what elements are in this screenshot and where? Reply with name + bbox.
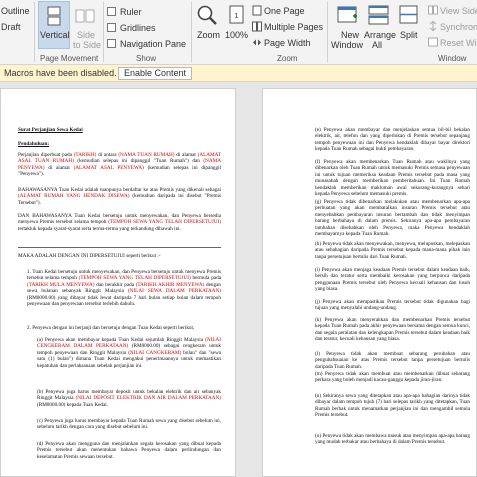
ruler-check-icon <box>107 7 116 16</box>
whereas-paragraph-1: BAHAWASANYA Tuan Kedai adalah tuanpunya … <box>18 187 222 206</box>
zoom-100-button[interactable]: 100% <box>225 30 248 40</box>
ruler-checkbox[interactable]: Ruler <box>107 7 142 17</box>
clause-2h: (h) Penyewa tidak akan menyewakan, menye… <box>315 241 470 260</box>
document-page-1[interactable]: Surat Perjanjian Sewa Kedai Pendahuluan:… <box>0 88 236 477</box>
outline-label: Outline <box>1 6 30 16</box>
word-window: Outline Draft Vertical Side to Side Page… <box>0 0 477 477</box>
security-warning-bar: Macros have been disabled. Enable Conten… <box>0 65 477 82</box>
zoom-button[interactable]: Zoom <box>197 30 220 40</box>
divider-line <box>18 247 221 248</box>
side-to-side-label-2: to Side <box>73 40 102 50</box>
gridlines-check-icon <box>107 23 116 32</box>
new-window-label-2[interactable]: Window <box>331 40 363 50</box>
page-width-button[interactable]: Page Width <box>264 38 311 48</box>
clause-2n: (n) Sekiranya sewa yang ditetapkan atau … <box>315 393 471 419</box>
clause-2m: (m) Penyewa tidak akan membuat atau memb… <box>315 371 470 384</box>
group-separator <box>103 2 104 62</box>
clause-1: 1. Tuan Kedai bersetuju untuk menyewakan… <box>27 269 221 308</box>
new-window-label-1[interactable]: New <box>341 30 359 40</box>
group-separator <box>34 2 35 62</box>
zoom-magnifier-icon <box>197 5 217 25</box>
view-side-by-side-button[interactable]: View Side <box>440 6 477 16</box>
enable-content-button[interactable]: Enable Content <box>118 67 192 80</box>
one-page-button[interactable]: One Page <box>264 6 305 16</box>
gridlines-label: Gridlines <box>120 23 156 33</box>
navigation-pane-check-icon <box>107 39 116 48</box>
clause-2f: (f) Penyewa akan membenarkan Tuan Rumah … <box>315 159 471 198</box>
show-group-label: Show <box>136 54 157 63</box>
clause-2: 2. Penyewa dengan ini berjanji dan berse… <box>27 325 195 331</box>
arrange-all-label-2[interactable]: All <box>372 40 382 50</box>
group-separator <box>327 2 328 62</box>
gridlines-checkbox[interactable]: Gridlines <box>107 23 156 33</box>
ribbon: Outline Draft Vertical Side to Side Page… <box>0 0 477 65</box>
window-group-label: Window <box>438 54 467 63</box>
clause-2l: (l) Penyewa tidak akan membuat sebarang … <box>315 351 470 370</box>
multiple-pages-icon <box>252 21 262 32</box>
arrange-all-icon <box>368 5 389 25</box>
vertical-label: Vertical <box>40 30 70 40</box>
zoom-100-icon: 1 <box>229 5 244 24</box>
clause-2k: (k) Penyewa akan menyerahkan dan membena… <box>315 317 470 343</box>
clause-2b: (b) Penyewa juga harus membayar deposit … <box>37 389 221 408</box>
synchronous-scrolling-icon <box>429 21 437 31</box>
document-page-2[interactable]: (e) Penyewa akan membayar dan menjelaska… <box>262 88 477 477</box>
group-separator <box>191 2 192 62</box>
document-heading: Surat Perjanjian Sewa Kedai <box>18 127 83 133</box>
draft-label: Draft <box>1 22 21 32</box>
vertical-pages-icon <box>47 6 61 26</box>
clause-2o: (o) Penyewa tidak akan membawa masuk ata… <box>315 433 470 446</box>
navigation-pane-checkbox[interactable]: Navigation Pane <box>107 39 186 49</box>
ruler-label: Ruler <box>120 7 142 17</box>
multiple-pages-button[interactable]: Multiple Pages <box>264 22 323 32</box>
page-movement-group-label: Page Movement <box>40 54 99 63</box>
zoom-group-label: Zoom <box>277 54 298 63</box>
clause-2g: (g) Penyewa tidak dibenarkan melakukan a… <box>315 199 470 238</box>
side-to-side-icon <box>75 9 95 23</box>
view-side-by-side-icon <box>428 5 438 15</box>
intro-title: Pendahuluan: <box>18 141 50 147</box>
clause-2e: (e) Penyewa akan membayar dan menjelaska… <box>315 127 471 153</box>
clause-2j: (j) Penyewa akan mempastikan Premis ters… <box>315 299 470 312</box>
clause-2d: (d) Penyewa akan mengguna dan menjalanka… <box>37 441 221 460</box>
new-window-icon <box>337 6 357 23</box>
whereas-paragraph-2: DAN BAHAWASANYA Tuan Kedai bersetuju unt… <box>18 213 222 232</box>
reset-window-position-button[interactable]: Reset Win <box>440 38 477 48</box>
svg-text:1: 1 <box>235 13 239 20</box>
page-width-icon <box>253 39 261 46</box>
outline-view-button[interactable]: Outline <box>1 6 30 16</box>
reset-window-position-icon <box>428 37 438 47</box>
macros-disabled-text: Macros have been disabled. <box>4 68 117 78</box>
agreement-title: MAKA ADALAH DENGAN INI DIPERSETUJUI sepe… <box>18 253 161 259</box>
side-to-side-label-1: Side <box>77 30 96 40</box>
intro-paragraph: Perjanjian diperbuat pada (TARIKH) di an… <box>18 152 221 178</box>
clause-2i: (i) Penyewa akan menjaga keadaan Premis … <box>315 267 470 293</box>
arrange-all-label-1[interactable]: Arrange <box>364 30 396 40</box>
split-button[interactable]: Split <box>400 30 418 40</box>
draft-view-button[interactable]: Draft <box>1 22 21 32</box>
synchronous-scrolling-button[interactable]: Synchrono <box>440 22 477 32</box>
one-page-icon <box>252 5 262 16</box>
navigation-pane-label: Navigation Pane <box>120 39 187 49</box>
split-icon <box>399 5 418 24</box>
clause-2c: (c) Penyewa juga harus membayar kepada T… <box>37 418 221 431</box>
document-area[interactable]: Surat Perjanjian Sewa Kedai Pendahuluan:… <box>0 82 477 477</box>
clause-2a: (a) Penyewa akan membayar kepada Tuan Ke… <box>37 337 222 369</box>
